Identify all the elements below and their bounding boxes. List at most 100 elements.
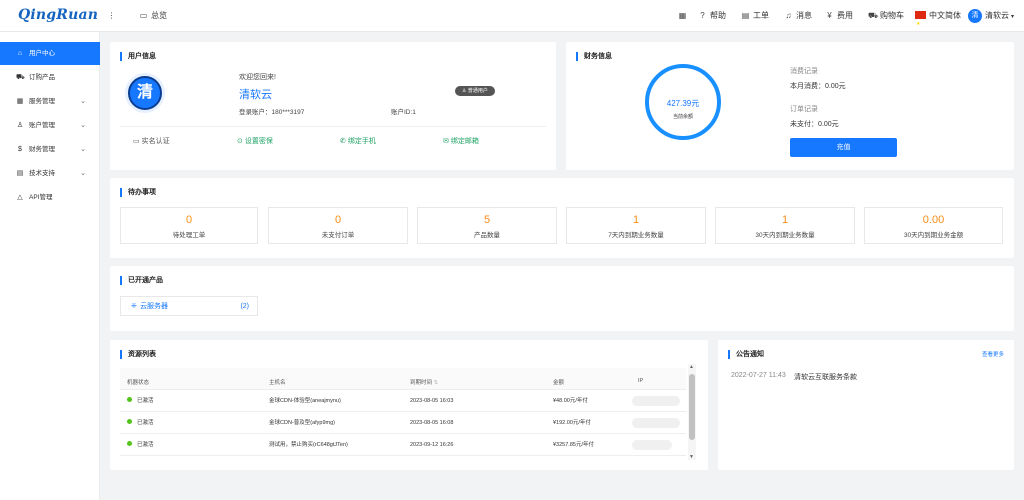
card-title: 待办事项: [120, 188, 156, 197]
monitor-icon: ▭: [139, 11, 148, 20]
chevron-down-icon: ⌄: [80, 122, 86, 129]
status-cell: 已激活: [127, 412, 154, 434]
status-cell: 已激活: [127, 390, 154, 412]
stat-expiring-amount[interactable]: 0.00 30天内到期业务金额: [864, 207, 1003, 244]
overview-link[interactable]: ▭ 总览: [139, 0, 167, 32]
china-flag-icon: [915, 8, 926, 40]
shield-icon: ⊙: [237, 138, 243, 145]
bind-email-link[interactable]: ✉ 绑定邮箱: [443, 136, 479, 146]
column-header: 主机名: [269, 380, 286, 386]
ticket-icon: ▤: [741, 11, 750, 20]
stat-expiring-30-days[interactable]: 1 30天内到期业务数量: [715, 207, 855, 244]
message-link[interactable]: ♫ 消息: [784, 0, 813, 32]
id-card-icon: ▭: [133, 138, 140, 145]
card-title: 财务信息: [576, 52, 612, 61]
sidebar-item-api[interactable]: △ API管理: [0, 186, 100, 209]
sidebar-item-finance[interactable]: $ 财务管理 ⌄: [0, 138, 100, 161]
cart-icon: ⛟: [868, 11, 879, 20]
status-dot: [127, 419, 132, 424]
welcome-text: 欢迎您回来!: [239, 74, 276, 81]
avatar: 清: [968, 8, 982, 23]
stat-pending-tickets[interactable]: 0 待处理工单: [120, 207, 258, 244]
recharge-button[interactable]: 充值: [790, 138, 897, 157]
yen-icon: ¥: [827, 11, 832, 20]
host-cell[interactable]: 金球CDN-普及型(afyp9mg): [269, 412, 335, 434]
column-header: 金额: [553, 380, 565, 386]
help-link[interactable]: ? 帮助: [698, 0, 726, 32]
consume-title: 消费记录: [790, 68, 818, 75]
column-header[interactable]: 到期时间 ⇅: [410, 378, 438, 386]
user-icon: ♙: [462, 88, 467, 94]
dollar-icon: $: [18, 146, 22, 153]
ip-placeholder: [632, 440, 672, 450]
table-header: [120, 368, 686, 390]
login-account: 登录账户：180***3197: [239, 109, 305, 116]
scrollbar[interactable]: ▲ ▼: [688, 364, 696, 460]
order-title: 订单记录: [790, 106, 818, 113]
top-bar: QingRuan ⋮ ▭总览 ▦ ?帮助 ▤工单 ♫消息 ¥费用 ⛟购物车 中文…: [0, 0, 1024, 40]
sidebar-item-account[interactable]: ♙ 账户管理 ⌄: [0, 114, 100, 137]
notice-date: 2022-07-27 11:43: [731, 372, 786, 379]
month-consume: 本月消费：0.00元: [790, 83, 846, 90]
chevron-down-icon: ⌄: [80, 98, 86, 105]
home-icon: ⌂: [17, 50, 23, 57]
ticket-link[interactable]: ▤ 工单: [741, 0, 769, 32]
unpaid-amount: 未支付：0.00元: [790, 121, 839, 128]
language-switch[interactable]: 中文简体: [915, 0, 961, 40]
column-header: 机器状态: [127, 380, 150, 386]
stat-unpaid-orders[interactable]: 0 未支付订单: [268, 207, 408, 244]
table-row[interactable]: 已激活 金球CDN-体验型(aneajmynu) 2023-08-05 16:0…: [120, 390, 686, 412]
stat-product-count[interactable]: 5 产品数量: [417, 207, 557, 244]
user-menu[interactable]: 清清软云 ▾: [968, 0, 1014, 32]
table-row[interactable]: 已激活 金球CDN-普及型(afyp9mg) 2023-08-05 16:08 …: [120, 412, 686, 434]
expire-cell: 2023-08-05 16:08: [410, 420, 454, 426]
sidebar-item-service[interactable]: ▦ 服务管理 ⌄: [0, 90, 100, 113]
apps-icon[interactable]: ▦: [678, 0, 690, 32]
sidebar-item-order-products[interactable]: ⛟ 订购产品: [0, 66, 100, 89]
scroll-up-icon[interactable]: ▲: [689, 364, 694, 370]
product-cloud-server[interactable]: ⁜ 云服务器 (2): [120, 296, 258, 316]
phone-icon: ✆: [340, 138, 346, 145]
ip-placeholder: [632, 418, 680, 428]
cart-link[interactable]: ⛟ 购物车: [868, 0, 904, 32]
notice-item[interactable]: 清软云互联服务条款: [794, 372, 857, 382]
sidebar-item-support[interactable]: ▤ 技术支持 ⌄: [0, 162, 100, 185]
card-title: 用户信息: [120, 52, 156, 61]
status-badge: ♙ 普通用户: [455, 86, 495, 96]
stat-expiring-7-days[interactable]: 1 7天内到期业务数量: [566, 207, 706, 244]
ip-placeholder: [632, 396, 680, 406]
sidebar: ⌂ 用户中心 ⛟ 订购产品 ▦ 服务管理 ⌄ ♙ 账户管理 ⌄ $ 财务管理 ⌄ ▤ 技术支持 ⌄ …: [0, 32, 100, 500]
security-question-link[interactable]: ⊙ 设置密保: [237, 136, 273, 146]
chevron-down-icon: ⌄: [80, 146, 86, 153]
scroll-down-icon[interactable]: ▼: [689, 454, 694, 460]
avatar[interactable]: 清: [128, 76, 162, 110]
chevron-down-icon: ⌄: [80, 170, 86, 177]
chevron-down-icon: ▾: [1011, 14, 1015, 20]
bind-phone-link[interactable]: ✆ 绑定手机: [340, 136, 376, 146]
user-info-card: 用户信息: [110, 42, 556, 170]
billing-link[interactable]: ¥ 费用: [825, 0, 853, 32]
account-id: 账户ID:1: [391, 109, 416, 116]
divider: [120, 126, 546, 127]
expire-cell: 2023-09-12 16:26: [410, 442, 454, 448]
help-icon: ?: [700, 11, 705, 20]
menu-toggle-icon[interactable]: ⋮: [107, 0, 119, 32]
logo[interactable]: QingRuan: [18, 7, 98, 23]
expire-cell: 2023-08-05 16:03: [410, 398, 454, 404]
sort-icon: ⇅: [433, 380, 439, 386]
user-icon: ♙: [16, 122, 24, 129]
sidebar-item-user-center[interactable]: ⌂ 用户中心: [0, 42, 100, 65]
status-dot: [127, 397, 132, 402]
amount-cell: ¥192.00元/年付: [553, 420, 591, 426]
grid-icon: ⁜: [131, 303, 137, 310]
table-row[interactable]: 已激活 测试用，禁止购买(rC648gtJTen) 2023-09-12 16:…: [120, 434, 686, 456]
view-more-link[interactable]: 查看更多: [982, 350, 1004, 358]
support-icon: ▤: [16, 170, 24, 177]
user-name[interactable]: 清软云: [239, 86, 272, 102]
notice-card: 公告通知: [718, 340, 1014, 470]
card-title: 资源列表: [120, 350, 156, 359]
real-name-auth-link[interactable]: ▭ 实名认证: [133, 136, 170, 146]
host-cell[interactable]: 金球CDN-体验型(aneajmynu): [269, 390, 341, 412]
scrollbar-thumb[interactable]: [689, 374, 695, 440]
host-cell[interactable]: 测试用，禁止购买(rC648gtJTen): [269, 434, 348, 456]
